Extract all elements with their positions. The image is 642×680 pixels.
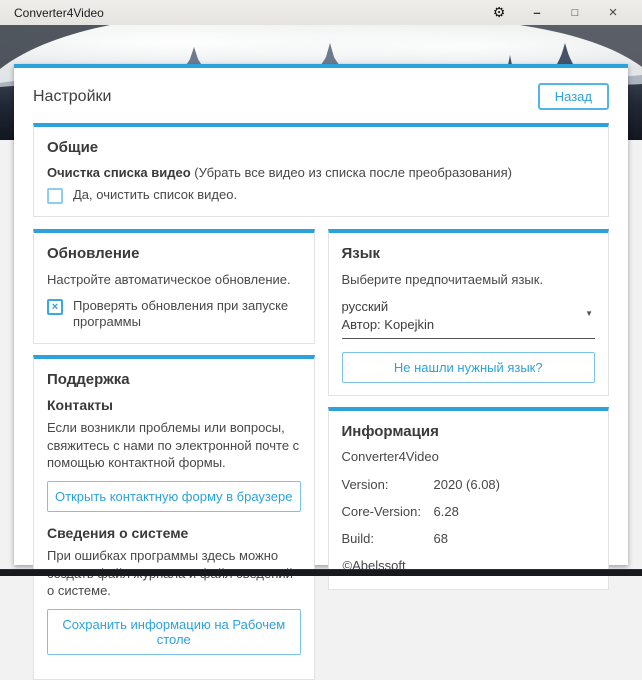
language-select[interactable]: русский Автор: Kopejkin ▼ xyxy=(342,298,596,339)
language-description: Выберите предпочитаемый язык. xyxy=(342,271,596,289)
info-build-label: Build: xyxy=(342,531,434,546)
section-language: Язык Выберите предпочитаемый язык. русск… xyxy=(328,229,610,396)
settings-panel: Настройки Назад Общие Очистка списка вид… xyxy=(14,64,628,565)
right-column: Язык Выберите предпочитаемый язык. русск… xyxy=(328,229,610,590)
language-selected-value: русский xyxy=(342,298,582,316)
left-column: Обновление Настройте автоматическое обно… xyxy=(33,229,315,680)
minimize-button[interactable]: – xyxy=(518,0,556,25)
section-support-title: Поддержка xyxy=(47,371,301,388)
contacts-subtitle: Контакты xyxy=(47,397,301,413)
clear-list-option-text: Очистка списка видео (Убрать все видео и… xyxy=(47,165,595,180)
update-checkbox-checked-icon[interactable]: × xyxy=(47,299,63,315)
window-controls: ⚙ – □ × xyxy=(480,0,632,25)
open-contact-form-button[interactable]: Открыть контактную форму в браузере xyxy=(47,481,301,512)
info-core-version-value: 6.28 xyxy=(434,504,459,519)
sysinfo-subtitle: Сведения о системе xyxy=(47,525,301,541)
gear-icon[interactable]: ⚙ xyxy=(480,0,518,25)
clear-list-checkbox[interactable] xyxy=(47,188,63,204)
language-selected-author: Автор: Kopejkin xyxy=(342,316,582,334)
panel-header: Настройки Назад xyxy=(33,83,609,110)
section-support: Поддержка Контакты Если возникли проблем… xyxy=(33,355,315,679)
save-info-desktop-button[interactable]: Сохранить информацию на Рабочем столе xyxy=(47,609,301,655)
clear-list-checkbox-row[interactable]: Да, очистить список видео. xyxy=(47,187,595,204)
section-information-title: Информация xyxy=(342,423,596,440)
window-title: Converter4Video xyxy=(0,6,104,20)
section-information: Информация Converter4Video Version: 2020… xyxy=(328,407,610,590)
info-version-label: Version: xyxy=(342,477,434,492)
section-update-title: Обновление xyxy=(47,245,301,262)
clear-list-option-rest: (Убрать все видео из списка после преобр… xyxy=(191,165,512,180)
info-app-name: Converter4Video xyxy=(342,449,596,464)
section-update: Обновление Настройте автоматическое обно… xyxy=(33,229,315,344)
section-language-title: Язык xyxy=(342,245,596,262)
contacts-text: Если возникли проблемы или вопросы, свяж… xyxy=(47,419,301,472)
missing-language-button[interactable]: Не нашли нужный язык? xyxy=(342,352,596,383)
update-description: Настройте автоматическое обновление. xyxy=(47,271,301,289)
info-core-version-label: Core-Version: xyxy=(342,504,434,519)
clear-list-checkbox-label: Да, очистить список видео. xyxy=(73,187,237,204)
back-button[interactable]: Назад xyxy=(538,83,609,110)
title-bar: Converter4Video ⚙ – □ × xyxy=(0,0,642,25)
close-button[interactable]: × xyxy=(594,0,632,25)
section-general-title: Общие xyxy=(47,139,595,156)
info-row-build: Build: 68 xyxy=(342,531,596,546)
maximize-button[interactable]: □ xyxy=(556,0,594,25)
update-checkbox-row[interactable]: × Проверять обновления при запуске прогр… xyxy=(47,298,301,332)
chevron-down-icon: ▼ xyxy=(585,308,593,319)
info-version-value: 2020 (6.08) xyxy=(434,477,501,492)
section-general: Общие Очистка списка видео (Убрать все в… xyxy=(33,123,609,217)
info-build-value: 68 xyxy=(434,531,448,546)
info-row-core-version: Core-Version: 6.28 xyxy=(342,504,596,519)
update-checkbox-label: Проверять обновления при запуске програм… xyxy=(73,298,301,332)
page-title: Настройки xyxy=(33,88,111,106)
clear-list-option-bold: Очистка списка видео xyxy=(47,165,191,180)
two-column-area: Обновление Настройте автоматическое обно… xyxy=(33,229,609,680)
window-bottom-edge xyxy=(0,569,642,576)
info-row-version: Version: 2020 (6.08) xyxy=(342,477,596,492)
